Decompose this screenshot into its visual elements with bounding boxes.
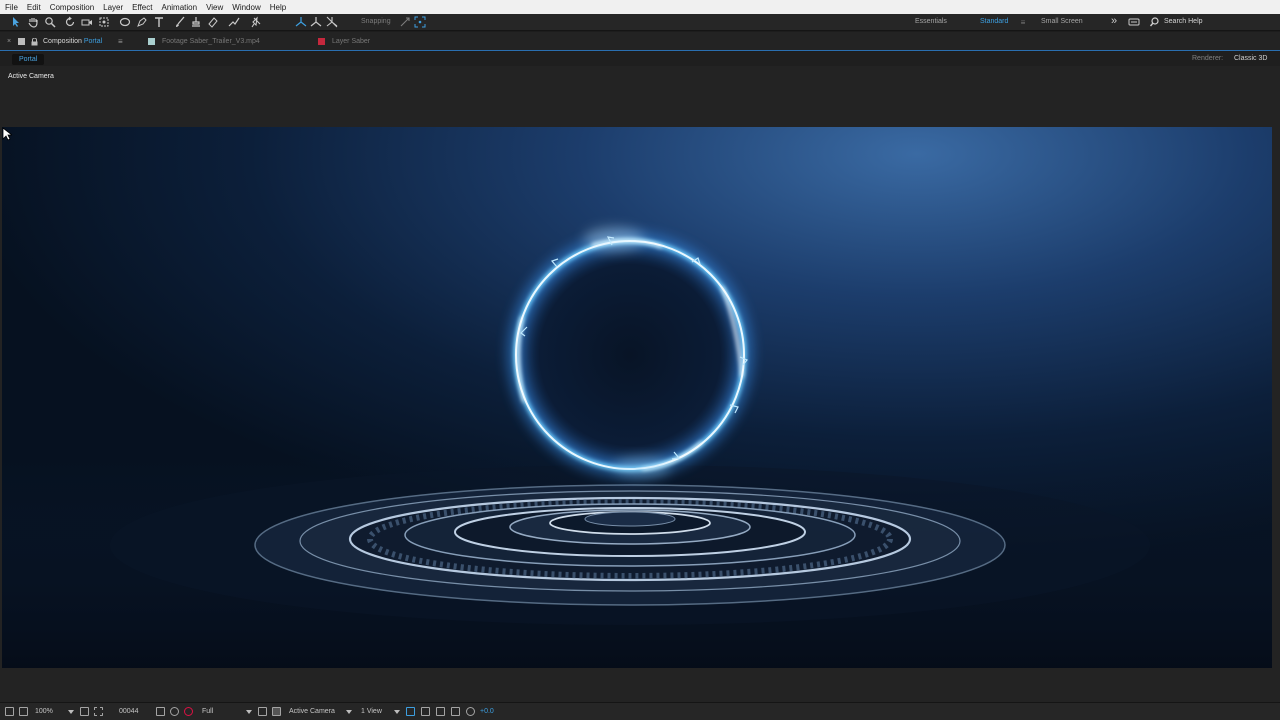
panel-lock-icon[interactable] <box>18 38 25 45</box>
renderer-label: Renderer: <box>1192 55 1224 62</box>
composition-canvas[interactable] <box>2 127 1272 668</box>
lock-icon[interactable] <box>31 37 38 48</box>
platform <box>110 465 1150 625</box>
mask-visibility-icon[interactable] <box>94 707 103 716</box>
workspace-essentials[interactable]: Essentials <box>915 18 947 25</box>
search-icon[interactable] <box>1149 16 1161 28</box>
tab-menu-icon[interactable]: ≡ <box>118 37 123 46</box>
show-snapshot-icon[interactable] <box>170 707 179 716</box>
resolution-dropdown-icon[interactable] <box>246 710 252 714</box>
type-tool-icon[interactable] <box>153 16 165 28</box>
zoom-select[interactable]: 100% <box>35 708 53 715</box>
puppet-pin-tool-icon[interactable] <box>250 16 262 28</box>
view-layout-dropdown-icon[interactable] <box>394 710 400 714</box>
tab-composition-prefix: Composition <box>43 38 82 45</box>
roto-brush-tool-icon[interactable] <box>228 16 240 28</box>
hand-tool-icon[interactable] <box>27 16 39 28</box>
menu-animation[interactable]: Animation <box>161 3 197 12</box>
comp-breadcrumb-portal[interactable]: Portal <box>12 54 45 65</box>
brush-tool-icon[interactable] <box>174 16 186 28</box>
active-camera-label: Active Camera <box>8 73 54 80</box>
snapping-toggle-icon[interactable] <box>399 16 411 28</box>
menu-file[interactable]: File <box>5 3 18 12</box>
zoom-tool-icon[interactable] <box>44 16 56 28</box>
tab-footage[interactable]: Footage Saber_Trailer_V3.mp4 <box>162 38 260 45</box>
workspace-small-screen[interactable]: Small Screen <box>1041 18 1083 25</box>
workspace-menu-icon[interactable]: ≡ <box>1017 17 1029 29</box>
portal-ring <box>507 227 753 478</box>
reset-exposure-icon[interactable] <box>466 707 475 716</box>
renderer-select[interactable]: Classic 3D <box>1234 55 1267 62</box>
transparency-grid-icon[interactable] <box>272 707 281 716</box>
workspace-overflow-icon[interactable]: » <box>1108 15 1120 27</box>
menu-layer[interactable]: Layer <box>103 3 123 12</box>
current-time-field[interactable]: 00044 <box>119 708 138 715</box>
menu-edit[interactable]: Edit <box>27 3 41 12</box>
region-of-interest-icon[interactable] <box>258 707 267 716</box>
exposure-value[interactable]: +0.0 <box>480 708 494 715</box>
toggle-pixel-aspect-icon[interactable] <box>406 707 415 716</box>
menu-composition[interactable]: Composition <box>50 3 94 12</box>
menu-window[interactable]: Window <box>232 3 260 12</box>
menu-bar: File Edit Composition Layer Effect Anima… <box>0 0 1280 14</box>
menu-view[interactable]: View <box>206 3 223 12</box>
clone-stamp-tool-icon[interactable] <box>190 16 202 28</box>
view-axis-mode-icon[interactable] <box>326 16 338 28</box>
always-preview-icon[interactable] <box>5 707 14 716</box>
pen-tool-icon[interactable] <box>136 16 148 28</box>
layer-label-color <box>318 38 325 45</box>
view-layout-select[interactable]: 1 View <box>361 708 382 715</box>
footage-label-color <box>148 38 155 45</box>
local-axis-mode-icon[interactable] <box>295 16 307 28</box>
camera-view-select[interactable]: Active Camera <box>289 708 335 715</box>
sync-settings-icon[interactable] <box>1128 16 1140 28</box>
safe-margins-icon[interactable] <box>80 707 89 716</box>
snapshot-icon[interactable] <box>156 707 165 716</box>
pan-behind-tool-icon[interactable] <box>98 16 110 28</box>
tab-close-icon[interactable]: × <box>7 38 11 45</box>
tab-composition-name: Portal <box>83 38 103 45</box>
flowchart-icon[interactable] <box>451 707 460 716</box>
selection-tool-icon[interactable] <box>10 16 22 28</box>
menu-help[interactable]: Help <box>270 3 286 12</box>
composition-nav-bar: Portal Renderer: Classic 3D <box>0 52 1280 66</box>
tools-panel: Snapping Essentials Standard ≡ Small Scr… <box>0 14 1280 31</box>
timeline-icon[interactable] <box>436 707 445 716</box>
world-axis-mode-icon[interactable] <box>310 16 322 28</box>
viewer-tab-bar: × Composition Portal ≡ Footage Saber_Tra… <box>0 32 1280 51</box>
monitor-icon[interactable] <box>19 707 28 716</box>
fast-preview-icon[interactable] <box>421 707 430 716</box>
camera-tool-icon[interactable] <box>81 16 93 28</box>
channel-color-icon[interactable] <box>184 707 193 716</box>
eraser-tool-icon[interactable] <box>207 16 219 28</box>
viewer-controls-bar: 100% 00044 Full Active Camera 1 View +0.… <box>0 702 1280 720</box>
workspace-standard[interactable]: Standard <box>980 18 1008 25</box>
tab-composition[interactable]: Composition Portal <box>43 38 102 45</box>
resolution-select[interactable]: Full <box>202 708 213 715</box>
mouse-cursor-icon <box>2 127 12 141</box>
snapping-label: Snapping <box>361 18 391 25</box>
menu-effect[interactable]: Effect <box>132 3 152 12</box>
ellipse-tool-icon[interactable] <box>119 16 131 28</box>
zoom-dropdown-icon[interactable] <box>68 710 74 714</box>
tab-layer[interactable]: Layer Saber <box>332 38 370 45</box>
portal-scene-image <box>2 127 1272 668</box>
rotate-tool-icon[interactable] <box>64 16 76 28</box>
search-help-input[interactable]: Search Help <box>1164 18 1203 25</box>
snap-target-icon[interactable] <box>414 16 426 28</box>
camera-view-dropdown-icon[interactable] <box>346 710 352 714</box>
